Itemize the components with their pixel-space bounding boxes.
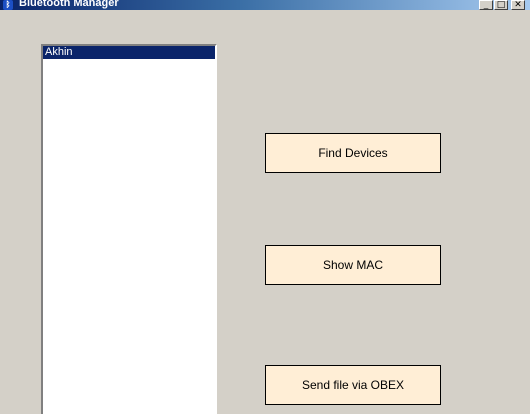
show-mac-button[interactable]: Show MAC: [265, 245, 441, 285]
maximize-button[interactable]: □: [494, 0, 508, 10]
close-icon: ✕: [514, 1, 522, 9]
bluetooth-manager-window: ᛒ Bluetooth Manager _ □ ✕ Akhin Find Dev…: [0, 0, 530, 414]
bluetooth-icon: ᛒ: [3, 0, 13, 10]
list-item[interactable]: Akhin: [43, 46, 215, 59]
minimize-icon: _: [483, 1, 489, 9]
title-bar[interactable]: ᛒ Bluetooth Manager _ □ ✕: [0, 0, 530, 10]
minimize-button[interactable]: _: [479, 0, 493, 10]
find-devices-button[interactable]: Find Devices: [265, 133, 441, 173]
close-button[interactable]: ✕: [511, 0, 525, 10]
window-title: Bluetooth Manager: [19, 0, 119, 9]
device-listbox[interactable]: Akhin: [41, 44, 217, 414]
send-file-obex-button[interactable]: Send file via OBEX: [265, 365, 441, 405]
maximize-icon: □: [496, 1, 506, 9]
